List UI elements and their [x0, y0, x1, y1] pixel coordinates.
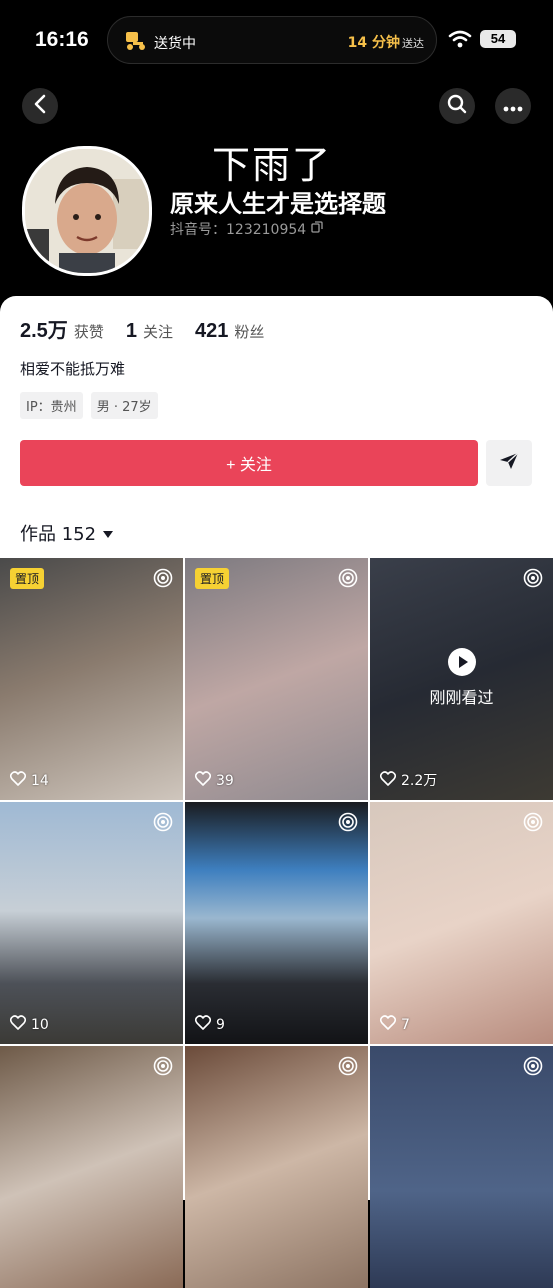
- more-icon: [503, 97, 523, 116]
- send-icon: [499, 452, 519, 474]
- stat-label: 获赞: [73, 323, 104, 341]
- stat-number: 2.5万: [20, 320, 68, 342]
- video-grid: 置顶 14 置顶 39 刚刚看过 2.2万 10 9 7: [0, 558, 553, 1288]
- delivery-island[interactable]: 送货中 14 分钟 送达: [107, 16, 437, 64]
- douyin-id-row[interactable]: 抖音号：123210954: [170, 219, 323, 239]
- like-count: 39: [194, 771, 234, 790]
- video-thumbnail[interactable]: [0, 1046, 183, 1288]
- like-count-value: 7: [401, 1016, 410, 1033]
- bio: 相爱不能抵万难: [20, 360, 126, 378]
- caret-down-icon: [102, 523, 114, 544]
- status-bar: 16:16 送货中 14 分钟 送达 54: [0, 0, 553, 80]
- island-right: 14 分钟 送达: [348, 32, 424, 52]
- works-tab[interactable]: 作品 152: [20, 520, 114, 546]
- delivery-scooter-icon: [124, 30, 148, 56]
- display-name: 原来人生才是选择题: [170, 190, 386, 218]
- like-count: 7: [379, 1015, 410, 1034]
- like-count: 9: [194, 1015, 225, 1034]
- status-time: 16:16: [35, 28, 89, 51]
- ip-tag: IP：贵州: [20, 392, 83, 419]
- pinned-badge: 置顶: [10, 568, 45, 589]
- copy-icon: [311, 221, 323, 237]
- like-count-value: 2.2万: [401, 773, 438, 789]
- island-eta-suffix: 送达: [402, 37, 424, 50]
- heart-icon: [379, 1015, 397, 1034]
- back-button[interactable]: [22, 88, 58, 124]
- video-thumbnail[interactable]: 置顶 14: [0, 558, 183, 800]
- live-photo-icon: [338, 812, 358, 836]
- heart-icon: [379, 770, 397, 790]
- live-photo-icon: [153, 812, 173, 836]
- stat-following[interactable]: 1 关注: [126, 320, 173, 343]
- like-count: 2.2万: [379, 770, 438, 790]
- stat-number: 1: [125, 320, 137, 342]
- live-photo-icon: [523, 812, 543, 836]
- video-thumbnail[interactable]: 7: [370, 802, 553, 1044]
- video-thumbnail[interactable]: 置顶 39: [185, 558, 368, 800]
- like-count-value: 9: [216, 1016, 225, 1033]
- island-label: 送货中: [154, 36, 196, 52]
- search-icon: [447, 94, 467, 118]
- douyin-id: 抖音号：123210954: [170, 222, 307, 238]
- stat-label: 关注: [142, 323, 173, 341]
- video-thumbnail[interactable]: 刚刚看过 2.2万: [370, 558, 553, 800]
- heart-icon: [9, 771, 27, 790]
- stat-number: 421: [194, 320, 229, 342]
- avatar[interactable]: [22, 146, 152, 276]
- like-count-value: 10: [31, 1016, 49, 1033]
- live-photo-icon: [523, 568, 543, 592]
- stat-likes[interactable]: 2.5万 获赞: [20, 314, 104, 343]
- live-photo-icon: [153, 568, 173, 592]
- live-photo-icon: [338, 1056, 358, 1080]
- heart-icon: [194, 1015, 212, 1034]
- like-count: 10: [9, 1015, 49, 1034]
- back-icon: [33, 94, 47, 118]
- like-count: 14: [9, 771, 49, 790]
- tags-row: IP：贵州 男 · 27岁: [20, 392, 158, 419]
- share-button[interactable]: [486, 440, 532, 486]
- live-photo-icon: [338, 568, 358, 592]
- profile-panel: 2.5万 获赞 1 关注 421 粉丝 相爱不能抵万难 IP：贵州 男 · 27岁 +…: [0, 296, 553, 1288]
- recently-watched-label: 刚刚看过: [429, 688, 494, 707]
- heart-icon: [9, 1015, 27, 1034]
- play-icon: [447, 648, 476, 676]
- gender-age-tag: 男 · 27岁: [90, 392, 158, 419]
- live-photo-icon: [523, 1056, 543, 1080]
- video-thumbnail[interactable]: 10: [0, 802, 183, 1044]
- stat-followers[interactable]: 421 粉丝: [195, 320, 264, 343]
- pinned-badge: 置顶: [195, 568, 230, 589]
- wifi-icon: [448, 30, 472, 52]
- video-thumbnail[interactable]: [370, 1046, 553, 1288]
- more-button[interactable]: [495, 88, 531, 124]
- recently-watched-overlay: 刚刚看过: [370, 648, 553, 708]
- video-thumbnail[interactable]: 9: [185, 802, 368, 1044]
- island-left: 送货中: [124, 30, 196, 56]
- like-count-value: 14: [31, 772, 49, 789]
- island-eta: 14 分钟: [347, 35, 400, 51]
- stats-row: 2.5万 获赞 1 关注 421 粉丝: [20, 314, 264, 343]
- header-background-text: 下雨了: [212, 143, 333, 187]
- search-button[interactable]: [439, 88, 475, 124]
- like-count-value: 39: [216, 772, 234, 789]
- works-label: 作品 152: [20, 524, 97, 545]
- battery-indicator: 54: [480, 30, 516, 48]
- live-photo-icon: [153, 1056, 173, 1080]
- heart-icon: [194, 771, 212, 790]
- video-thumbnail[interactable]: [185, 1046, 368, 1288]
- follow-button[interactable]: + 关注: [20, 440, 478, 486]
- stat-label: 粉丝: [234, 323, 265, 341]
